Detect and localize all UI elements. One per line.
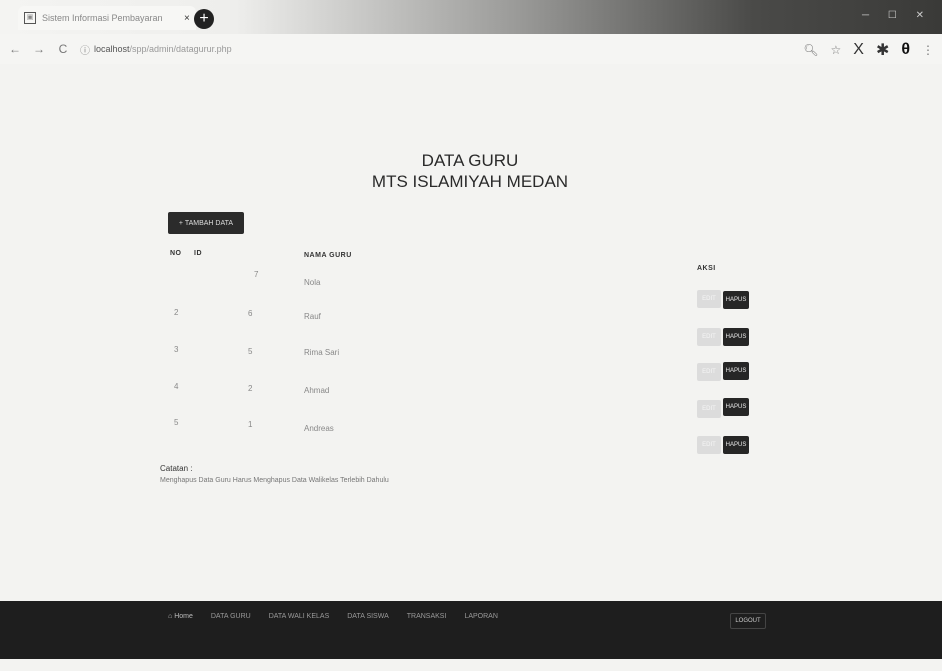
row-id: 2 (248, 384, 253, 393)
add-data-button[interactable]: + TAMBAH DATA (168, 212, 244, 234)
nav-home[interactable]: ⌂ Home (168, 613, 193, 620)
edit-button[interactable]: EDIT (697, 290, 721, 308)
footer-navbar: ⌂ Home DATA GURU DATA WALI KELAS DATA SI… (0, 601, 942, 659)
back-icon[interactable]: ← (6, 42, 24, 56)
new-tab-button[interactable]: + (194, 9, 214, 29)
row-id: 6 (248, 309, 253, 318)
delete-button[interactable]: HAPUS (723, 398, 749, 416)
url-path: /spp/admin/datagurur.php (129, 44, 232, 54)
address-bar: ← → C ⓘ localhost /spp/admin/datagurur.p… (0, 34, 942, 64)
url-field[interactable]: ⓘ localhost /spp/admin/datagurur.php (80, 42, 232, 57)
nav-data-wali-kelas[interactable]: DATA WALI KELAS (269, 613, 330, 620)
zoom-icon[interactable]: 🔍︎ (803, 43, 818, 57)
logout-button[interactable]: LOGOUT (730, 613, 766, 629)
window-controls[interactable]: ─ ☐ ✕ (862, 10, 932, 21)
delete-button[interactable]: HAPUS (723, 291, 749, 309)
delete-button[interactable]: HAPUS (723, 436, 749, 454)
extension-icon[interactable]: X (853, 41, 864, 59)
page-title-line1: DATA GURU (421, 151, 519, 170)
page-title-line2: MTS ISLAMIYAH MEDAN (371, 172, 569, 191)
edit-button[interactable]: EDIT (697, 328, 721, 346)
nav-transaksi[interactable]: TRANSAKSI (407, 613, 447, 620)
row-id: 7 (254, 270, 259, 279)
row-no: 4 (174, 382, 179, 391)
nav-home-label: Home (174, 613, 193, 620)
tab-title: Sistem Informasi Pembayaran (42, 13, 163, 23)
edit-button[interactable]: EDIT (697, 400, 721, 418)
url-host: localhost (94, 44, 130, 54)
row-id: 5 (248, 347, 253, 356)
header-action: AKSI (697, 265, 716, 272)
menu-dots-icon[interactable]: ⋮ (922, 43, 934, 57)
extensions-puzzle-icon[interactable]: ✱ (876, 40, 889, 60)
nav-laporan[interactable]: LAPORAN (464, 613, 497, 620)
browser-tab[interactable]: ▣ Sistem Informasi Pembayaran × (18, 6, 196, 30)
nav-data-siswa[interactable]: DATA SISWA (347, 613, 389, 620)
note-title: Catatan : (160, 464, 193, 473)
browser-tabstrip: ▣ Sistem Informasi Pembayaran × + ─ ☐ ✕ (0, 0, 942, 34)
delete-button[interactable]: HAPUS (723, 362, 749, 380)
note-text: Menghapus Data Guru Harus Menghapus Data… (160, 477, 389, 484)
row-no: 3 (174, 345, 179, 354)
home-icon: ⌂ (168, 613, 173, 620)
account-icon[interactable]: θ (901, 41, 910, 59)
row-no: 5 (174, 418, 179, 427)
row-name: Nola (304, 278, 321, 287)
bookmark-star-icon[interactable]: ☆ (831, 43, 842, 57)
row-name: Rima Sari (304, 348, 340, 357)
header-name: NAMA GURU (304, 252, 352, 259)
reload-icon[interactable]: C (54, 42, 72, 56)
forward-icon[interactable]: → (30, 42, 48, 56)
row-name: Andreas (304, 424, 334, 433)
page-favicon-icon: ▣ (24, 12, 36, 24)
row-name: Rauf (304, 312, 321, 321)
page-title: DATA GURU MTS ISLAMIYAH MEDAN (340, 150, 600, 192)
row-id: 1 (248, 420, 253, 429)
delete-button[interactable]: HAPUS (723, 328, 749, 346)
footer-nav-links: ⌂ Home DATA GURU DATA WALI KELAS DATA SI… (168, 613, 498, 620)
nav-data-guru[interactable]: DATA GURU (211, 613, 251, 620)
row-no: 2 (174, 308, 179, 317)
edit-button[interactable]: EDIT (697, 436, 721, 454)
edit-button[interactable]: EDIT (697, 363, 721, 381)
header-id: ID (194, 250, 202, 257)
row-name: Ahmad (304, 386, 330, 395)
browser-toolbar: 🔍︎ ☆ X ✱ θ ⋮ (803, 40, 934, 60)
info-icon: ⓘ (80, 45, 90, 57)
header-no: NO (170, 250, 182, 257)
